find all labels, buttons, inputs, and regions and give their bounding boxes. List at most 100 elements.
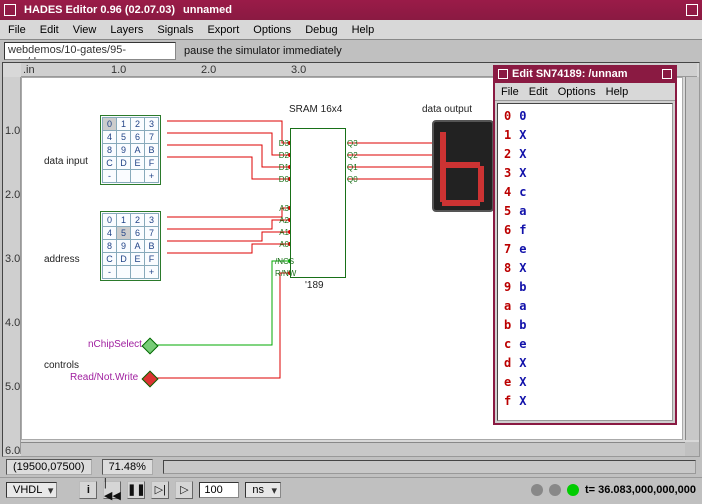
cursor-coords: (19500,07500): [6, 459, 92, 475]
hexpad-key[interactable]: D: [117, 157, 131, 170]
hexpad-key[interactable]: 4: [103, 227, 117, 240]
hexpad-key[interactable]: E: [131, 157, 145, 170]
sys-menu-icon[interactable]: [4, 4, 16, 16]
memory-row[interactable]: fX: [500, 391, 530, 410]
sub-menu-options[interactable]: Options: [558, 86, 596, 98]
memory-row[interactable]: 2X: [500, 144, 530, 163]
hexpad-key[interactable]: E: [131, 253, 145, 266]
memory-row[interactable]: 5a: [500, 201, 530, 220]
hexpad-key[interactable]: 6: [131, 131, 145, 144]
hexpad-key[interactable]: 2: [131, 118, 145, 131]
seven-segment-display: [432, 120, 494, 212]
label-sram: SRAM 16x4: [289, 104, 342, 115]
memory-row[interactable]: 4c: [500, 182, 530, 201]
rewind-button[interactable]: |◀◀: [103, 481, 121, 499]
hexpad-address[interactable]: 0123 4567 89AB CDEF - +: [100, 211, 161, 281]
menu-file[interactable]: File: [8, 24, 26, 36]
sub-menu-file[interactable]: File: [501, 86, 519, 98]
hexpad-key[interactable]: B: [145, 144, 159, 157]
play-button[interactable]: ▷: [175, 481, 193, 499]
hexpad-key[interactable]: 5: [117, 227, 131, 240]
hexpad-key[interactable]: 5: [117, 131, 131, 144]
menu-view[interactable]: View: [73, 24, 97, 36]
hexpad-key[interactable]: [117, 170, 131, 183]
hexpad-key[interactable]: 9: [117, 240, 131, 253]
scrollbar-vertical[interactable]: [685, 77, 699, 440]
hexpad-key[interactable]: C: [103, 253, 117, 266]
memory-row[interactable]: eX: [500, 372, 530, 391]
hexpad-key[interactable]: 7: [145, 227, 159, 240]
canvas-area: .in 1.0 2.0 3.0 1.0 2.0 3.0 4.0 5.0 6.0: [2, 62, 700, 457]
sub-menu-help[interactable]: Help: [606, 86, 629, 98]
menu-edit[interactable]: Edit: [40, 24, 59, 36]
hexpad-key[interactable]: A: [131, 144, 145, 157]
hexpad-key[interactable]: F: [145, 157, 159, 170]
design-path-input[interactable]: webdemos/10-gates/95-ram/demo-: [4, 42, 176, 60]
maximize-icon[interactable]: [686, 4, 698, 16]
hexpad-key[interactable]: [117, 266, 131, 279]
sram-chip[interactable]: D3 D2 D1 D0 A3 A2 A1 A0 /NCS R/NW Q3 Q2 …: [290, 128, 346, 278]
hexpad-key[interactable]: 9: [117, 144, 131, 157]
menu-options[interactable]: Options: [253, 24, 291, 36]
memory-row[interactable]: 00: [500, 106, 530, 125]
sub-menu-edit[interactable]: Edit: [529, 86, 548, 98]
memory-table[interactable]: 001X2X3X4c5a6f7e8X9baabbcedXeXfX: [497, 103, 673, 421]
memory-row[interactable]: ce: [500, 334, 530, 353]
memory-row[interactable]: 1X: [500, 125, 530, 144]
hexpad-key[interactable]: A: [131, 240, 145, 253]
main-menubar: File Edit View Layers Signals Export Opt…: [0, 20, 702, 40]
step-unit-select[interactable]: ns: [245, 482, 281, 498]
hexpad-key[interactable]: 4: [103, 131, 117, 144]
hexpad-key[interactable]: -: [103, 266, 117, 279]
hexpad-data-input[interactable]: 0123 4567 89AB CDEF - +: [100, 115, 161, 185]
hexpad-key[interactable]: C: [103, 157, 117, 170]
menu-export[interactable]: Export: [207, 24, 239, 36]
step-button[interactable]: ▷|: [151, 481, 169, 499]
hexpad-key[interactable]: 3: [145, 214, 159, 227]
memory-editor-menubar: File Edit Options Help: [495, 83, 675, 101]
design-path-row: webdemos/10-gates/95-ram/demo- pause the…: [0, 40, 702, 62]
hexpad-key[interactable]: +: [145, 170, 159, 183]
sub-max-icon[interactable]: [662, 69, 672, 79]
label-controls: controls: [44, 360, 79, 371]
hexpad-key[interactable]: 0: [103, 214, 117, 227]
memory-row[interactable]: 8X: [500, 258, 530, 277]
memory-row[interactable]: bb: [500, 315, 530, 334]
hexpad-key[interactable]: F: [145, 253, 159, 266]
menu-signals[interactable]: Signals: [157, 24, 193, 36]
hexpad-key[interactable]: +: [145, 266, 159, 279]
pause-button[interactable]: ❚❚: [127, 481, 145, 499]
switch-ncs[interactable]: [142, 338, 159, 355]
hexpad-key[interactable]: 3: [145, 118, 159, 131]
memory-row[interactable]: 6f: [500, 220, 530, 239]
hexpad-key[interactable]: [131, 170, 145, 183]
switch-rw[interactable]: [142, 371, 159, 388]
memory-row[interactable]: 7e: [500, 239, 530, 258]
hexpad-key[interactable]: 6: [131, 227, 145, 240]
hexpad-key[interactable]: 1: [117, 214, 131, 227]
hexpad-key[interactable]: 8: [103, 144, 117, 157]
memory-row[interactable]: 3X: [500, 163, 530, 182]
menu-help[interactable]: Help: [352, 24, 375, 36]
hexpad-key[interactable]: 7: [145, 131, 159, 144]
menu-layers[interactable]: Layers: [110, 24, 143, 36]
hexpad-key[interactable]: -: [103, 170, 117, 183]
hexpad-key[interactable]: 0: [103, 118, 117, 131]
hexpad-key[interactable]: 2: [131, 214, 145, 227]
menu-debug[interactable]: Debug: [305, 24, 337, 36]
format-select[interactable]: VHDL: [6, 482, 57, 498]
hexpad-key[interactable]: D: [117, 253, 131, 266]
memory-row[interactable]: 9b: [500, 277, 530, 296]
sub-sys-menu-icon[interactable]: [498, 69, 508, 79]
overview-scrollbar[interactable]: [163, 460, 696, 474]
info-button[interactable]: i: [79, 481, 97, 499]
scrollbar-horizontal[interactable]: [21, 442, 685, 456]
memory-editor-titlebar[interactable]: Edit SN74189: /unnam: [495, 65, 675, 83]
hexpad-key[interactable]: 1: [117, 118, 131, 131]
hexpad-key[interactable]: 8: [103, 240, 117, 253]
hexpad-key[interactable]: [131, 266, 145, 279]
hexpad-key[interactable]: B: [145, 240, 159, 253]
step-value-input[interactable]: 100: [199, 482, 239, 498]
memory-row[interactable]: dX: [500, 353, 530, 372]
memory-row[interactable]: aa: [500, 296, 530, 315]
